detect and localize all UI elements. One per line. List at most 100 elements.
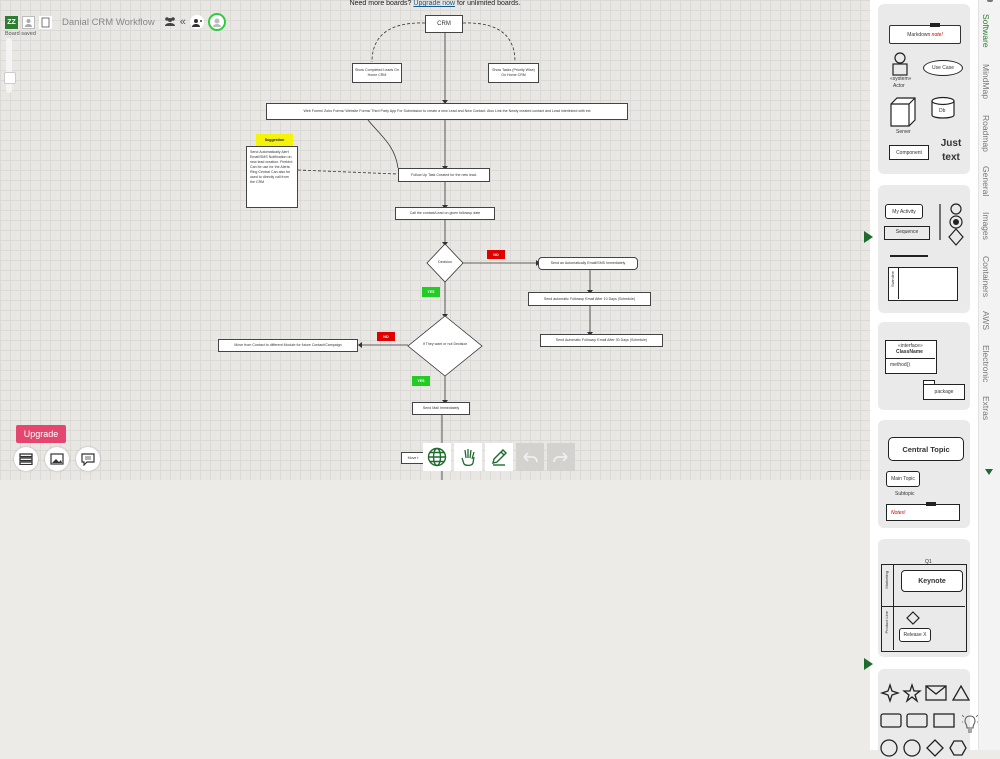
roadmap-panel[interactable]: Q1 Keynote Marketing Product Line Releas…	[878, 539, 970, 657]
web-forms-node[interactable]: Web Forms/ Zoho Forms/ Website Forms/ Th…	[266, 103, 628, 120]
general-shapes[interactable]	[878, 669, 970, 759]
markdown-shape[interactable]: Markdown note!	[889, 25, 961, 44]
release-shape[interactable]: Release X	[899, 628, 931, 642]
class-panel[interactable]: «interface» ClassName method() package	[878, 322, 970, 410]
component-shape[interactable]: Component	[889, 145, 929, 160]
yes-tag-2[interactable]: YES	[412, 376, 430, 386]
auto-followup-30-node[interactable]: Send Automatic Followup Email After 30 D…	[540, 334, 663, 347]
tab-aws[interactable]: AWS	[981, 311, 991, 330]
tab-software[interactable]: Software	[981, 14, 991, 48]
keynote-shape[interactable]: Keynote	[901, 570, 963, 592]
decision-diamond-2	[407, 315, 483, 377]
app-logo[interactable]: ZZ	[5, 15, 18, 29]
central-topic-shape[interactable]: Central Topic	[888, 437, 964, 461]
class-divider	[885, 358, 935, 359]
server-icon	[890, 97, 916, 127]
redo-button[interactable]	[547, 443, 575, 471]
auto-followup-10-node[interactable]: Send automatic Followup Email After 10 D…	[528, 292, 651, 306]
mindmap-panel[interactable]: Central Topic Main Topic Subtopic Notes!	[878, 420, 970, 528]
rect-1-icon	[880, 713, 902, 728]
user-icon[interactable]	[22, 15, 35, 29]
tabs-more-icon[interactable]	[985, 469, 993, 475]
hand-tool-button[interactable]	[454, 443, 482, 471]
main-topic-shape[interactable]: Main Topic	[886, 471, 920, 487]
document-icon[interactable]	[39, 15, 52, 29]
suggestion-tag[interactable]: Suggestion	[256, 134, 293, 146]
subtopic-shape[interactable]: Subtopic	[895, 491, 914, 497]
expand-arrow-icon[interactable]	[864, 231, 873, 243]
server-shape[interactable]	[889, 96, 917, 128]
avatar[interactable]	[207, 13, 226, 31]
comments-button[interactable]	[76, 447, 100, 471]
sequence-bar[interactable]	[890, 255, 928, 257]
layers-button[interactable]	[14, 447, 38, 471]
markdown-note: note!	[931, 31, 943, 38]
roadmap-q1: Q1	[925, 559, 932, 565]
move-contact-node[interactable]: Move from Contact to different Module fo…	[218, 339, 358, 352]
star-5-icon	[902, 682, 922, 703]
just-text-shape[interactable]: Just text	[938, 137, 964, 165]
tab-roadmap[interactable]: Roadmap	[981, 115, 991, 152]
marketing-label: Marketing	[884, 571, 889, 589]
board-title[interactable]: Danial CRM Workflow	[62, 17, 155, 28]
category-tabs: Software MindMap Roadmap General Images …	[978, 0, 1000, 750]
activity-symbols[interactable]	[934, 200, 966, 248]
expand-arrow-icon-2[interactable]	[864, 658, 873, 670]
comment-icon	[81, 452, 95, 466]
sequence-panel[interactable]: My Activity Sequence Swimline	[878, 185, 970, 313]
banner-suffix: for unlimited boards.	[457, 0, 521, 7]
suggestion-note[interactable]: Send Automatically Alert Email/SMS Notif…	[246, 146, 298, 208]
pencil-tool-button[interactable]	[485, 443, 513, 471]
image-button[interactable]	[45, 447, 69, 471]
use-case-shape[interactable]: Use Case	[923, 60, 963, 76]
tab-electronic[interactable]: Electronic	[981, 345, 991, 382]
pencil-icon	[492, 449, 507, 466]
show-completed-node[interactable]: Show Completed Leads On Home CRM	[352, 63, 402, 83]
server-label: Server	[896, 129, 911, 135]
class-method: method()	[890, 362, 911, 368]
add-user-icon[interactable]	[189, 15, 204, 29]
sequence-line	[884, 226, 930, 240]
send-mail-node[interactable]: Send Mail Immediately	[412, 402, 470, 415]
diamond-icon	[926, 739, 944, 757]
notes-shape[interactable]: Notes!	[886, 504, 960, 521]
yes-tag[interactable]: YES	[422, 287, 440, 297]
tab-mindmap[interactable]: MindMap	[981, 64, 991, 99]
board-canvas[interactable]: CRM Show Completed Leads On Home CRM Sho…	[0, 0, 870, 480]
upgrade-now-link[interactable]: Upgrade now	[413, 0, 455, 7]
collapse-icon[interactable]: «	[180, 17, 186, 28]
no-tag-2[interactable]: NO	[377, 332, 395, 341]
team-icon[interactable]	[164, 13, 176, 31]
follow-up-node[interactable]: Follow Up Task Created for the new lead.	[398, 168, 490, 182]
package-shape[interactable]: package	[923, 384, 965, 400]
banner-prefix: Need more boards?	[349, 0, 412, 7]
tab-images[interactable]: Images	[981, 212, 991, 240]
send-auto-node[interactable]: Send an Automatically Email/SMS Immediat…	[538, 257, 638, 270]
software-panel[interactable]: Markdown note! «system» Actor Use Case S…	[878, 4, 970, 174]
general-panel[interactable]	[878, 669, 970, 759]
crm-node[interactable]: CRM	[425, 15, 463, 33]
web-link-button[interactable]	[423, 443, 451, 471]
product-line-label: Product Line	[884, 611, 889, 634]
no-tag[interactable]: NO	[487, 250, 505, 259]
image-icon	[50, 453, 64, 465]
call-contact-node[interactable]: Call the contact/Lead on given followup …	[395, 207, 495, 220]
hexagon-icon	[949, 740, 967, 756]
zoom-slider[interactable]	[6, 38, 12, 93]
board-empty-area	[0, 480, 870, 750]
decision2-label: If They want or not Decision	[422, 342, 468, 346]
move-partial-node[interactable]: Move t	[401, 452, 425, 464]
db-label: Db	[939, 108, 946, 114]
board-header: ZZ Danial CRM Workflow «	[5, 13, 226, 31]
actor-shape[interactable]	[888, 52, 913, 76]
show-tasks-node[interactable]: Show Tasks (Priority Wise) On Home CRM	[488, 63, 539, 83]
actor-icon	[892, 52, 908, 76]
upgrade-button[interactable]: Upgrade	[16, 425, 66, 443]
tab-containers[interactable]: Containers	[981, 256, 991, 297]
zoom-slider-thumb[interactable]	[4, 72, 16, 84]
my-activity-shape[interactable]: My Activity	[885, 204, 923, 219]
undo-button[interactable]	[516, 443, 544, 471]
lightbulb-icon[interactable]	[961, 714, 979, 739]
tab-extras[interactable]: Extras	[981, 396, 991, 420]
tab-general[interactable]: General	[981, 166, 991, 196]
